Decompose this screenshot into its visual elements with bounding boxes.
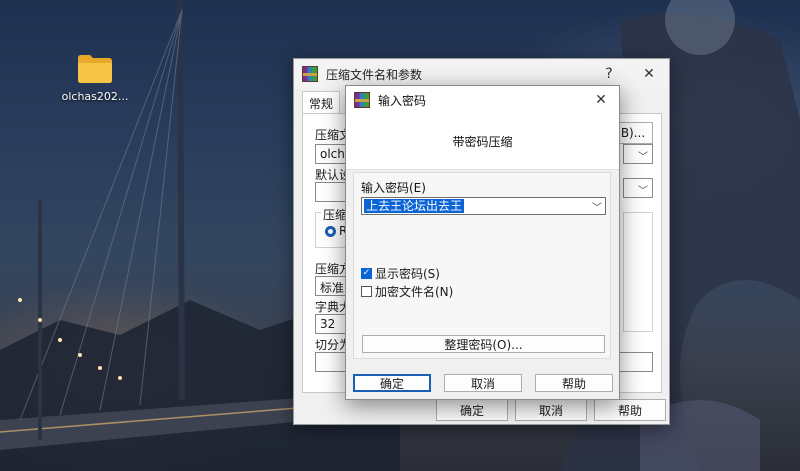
close-icon[interactable]: ✕ bbox=[583, 86, 619, 114]
help-button[interactable]: 帮助 bbox=[535, 374, 613, 392]
archive-dialog-title: 压缩文件名和参数 bbox=[326, 67, 423, 82]
password-panel: 输入密码(E) 上去王论坛出去王 ﹀ ✓ 显示密码(S) 加密文件名(N) 整理… bbox=[353, 172, 611, 359]
options-combo[interactable]: ﹀ bbox=[623, 178, 653, 198]
enter-password-dialog: 输入密码 ✕ 带密码压缩 输入密码(E) 上去王论坛出去王 ﹀ ✓ 显示密码(S… bbox=[345, 85, 620, 400]
folder-label: olchas202... bbox=[61, 90, 129, 103]
tab-general[interactable]: 常规 bbox=[302, 91, 341, 115]
password-dialog-title: 输入密码 bbox=[378, 93, 427, 108]
chevron-down-icon: ﹀ bbox=[638, 152, 648, 163]
encrypt-filenames-checkbox[interactable] bbox=[361, 286, 372, 297]
chevron-down-icon: ﹀ bbox=[638, 186, 648, 197]
winrar-icon bbox=[354, 92, 370, 108]
rar-radio[interactable] bbox=[325, 226, 336, 237]
password-dialog-header: 带密码压缩 bbox=[346, 114, 619, 170]
desktop-folder[interactable]: olchas202... bbox=[60, 52, 130, 103]
ok-button[interactable]: 确定 bbox=[353, 374, 431, 392]
password-dialog-titlebar: 输入密码 ✕ bbox=[346, 86, 619, 114]
archiving-options-group bbox=[623, 212, 653, 332]
archive-ok-button[interactable]: 确定 bbox=[436, 399, 508, 421]
show-password-checkbox[interactable]: ✓ bbox=[361, 268, 372, 279]
show-password-option[interactable]: ✓ 显示密码(S) bbox=[361, 265, 440, 282]
cancel-button[interactable]: 取消 bbox=[444, 374, 522, 392]
password-dialog-heading: 带密码压缩 bbox=[452, 135, 513, 149]
update-mode-combo[interactable]: ﹀ bbox=[623, 144, 653, 164]
password-input[interactable]: 上去王论坛出去王 ﹀ bbox=[361, 197, 606, 215]
close-icon[interactable]: ✕ bbox=[629, 59, 669, 89]
archive-cancel-button[interactable]: 取消 bbox=[515, 399, 587, 421]
archive-help-button[interactable]: 帮助 bbox=[594, 399, 666, 421]
show-password-label: 显示密码(S) bbox=[375, 267, 440, 281]
password-text: 上去王论坛出去王 bbox=[364, 199, 465, 213]
folder-icon bbox=[78, 55, 112, 83]
encrypt-filenames-label: 加密文件名(N) bbox=[375, 285, 454, 299]
encrypt-filenames-option[interactable]: 加密文件名(N) bbox=[361, 283, 453, 300]
chevron-down-icon[interactable]: ﹀ bbox=[589, 199, 605, 214]
winrar-icon bbox=[302, 66, 318, 82]
password-label: 输入密码(E) bbox=[361, 181, 426, 195]
organize-passwords-button[interactable]: 整理密码(O)... bbox=[362, 335, 605, 353]
